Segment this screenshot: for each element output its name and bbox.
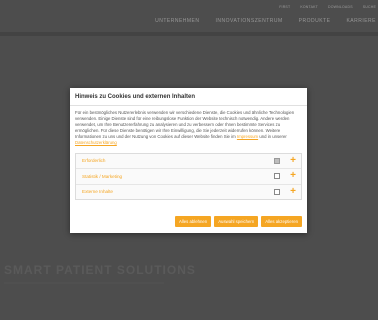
expand-plus-icon[interactable]: + xyxy=(289,155,297,166)
category-label: Statistik / Marketing xyxy=(82,173,123,179)
category-label: Erforderlich xyxy=(82,158,106,164)
category-external-content[interactable]: Externe Inhalte + xyxy=(76,185,301,200)
category-required[interactable]: Erforderlich + xyxy=(76,154,301,170)
description-connector: und in unserer xyxy=(259,134,287,140)
category-statistics-marketing[interactable]: Statistik / Marketing + xyxy=(76,169,301,185)
dialog-description: Für ein bestmögliches Nutzererlebnis ver… xyxy=(75,110,302,147)
accept-all-button[interactable]: Alles akzeptieren xyxy=(261,216,302,227)
cookie-categories: Erforderlich + Statistik / Marketing + E… xyxy=(75,152,302,201)
dialog-actions: Alles ablehnen Auswahl speichern Alles a… xyxy=(174,216,302,227)
category-external-checkbox[interactable] xyxy=(274,188,280,195)
imprint-link[interactable]: Impressum xyxy=(237,134,258,139)
dialog-header: Hinweis zu Cookies und externen Inhalten xyxy=(70,88,307,106)
dialog-body: Für ein bestmögliches Nutzererlebnis ver… xyxy=(70,106,307,201)
category-label: Externe Inhalte xyxy=(82,189,113,195)
dialog-title: Hinweis zu Cookies und externen Inhalten xyxy=(75,93,196,100)
privacy-policy-link[interactable]: Datenschutzerklärung xyxy=(75,140,117,145)
expand-plus-icon[interactable]: + xyxy=(289,186,297,197)
category-required-checkbox[interactable] xyxy=(274,157,280,164)
cookie-dialog: Hinweis zu Cookies und externen Inhalten… xyxy=(70,88,307,233)
save-selection-button[interactable]: Auswahl speichern xyxy=(214,216,259,227)
reject-all-button[interactable]: Alles ablehnen xyxy=(174,216,212,227)
category-statistics-checkbox[interactable] xyxy=(274,173,280,180)
expand-plus-icon[interactable]: + xyxy=(289,171,297,181)
